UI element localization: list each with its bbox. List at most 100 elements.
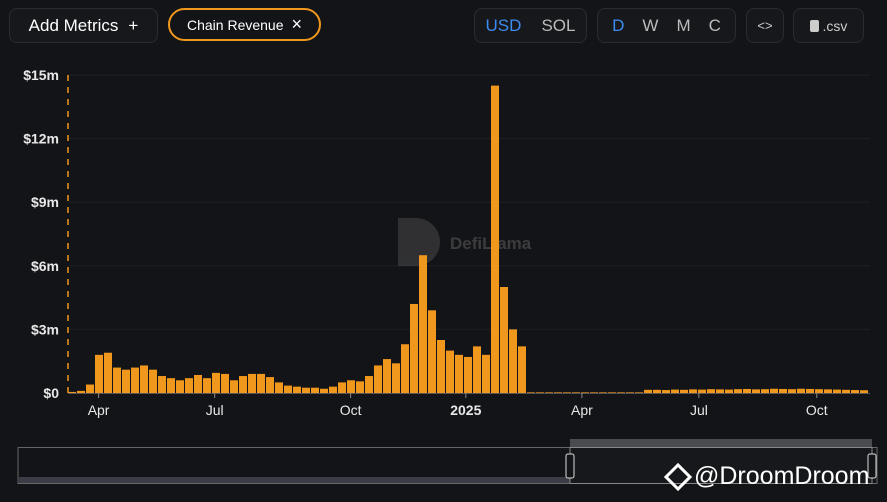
revenue-bar — [446, 350, 454, 393]
revenue-bar — [131, 367, 139, 393]
revenue-bar — [662, 390, 670, 393]
revenue-bar — [293, 386, 301, 393]
revenue-bar — [482, 354, 490, 393]
revenue-bar — [329, 386, 337, 393]
revenue-bar — [374, 365, 382, 393]
droomdroom-watermark: @DroomDroom — [663, 462, 870, 491]
brush-left-handle[interactable] — [565, 453, 575, 479]
revenue-bar — [311, 387, 319, 393]
revenue-bar — [185, 378, 193, 393]
revenue-bar — [392, 363, 400, 393]
y-tick-label: $6m — [31, 258, 59, 274]
revenue-bar — [230, 380, 238, 393]
revenue-bar — [140, 365, 148, 393]
revenue-bar — [338, 382, 346, 393]
revenue-chart: $0 $3m $6m $9m $12m $15m DefiLlama Apr Jul Oct 2… — [17, 67, 878, 484]
y-tick-label: $3m — [31, 321, 59, 337]
revenue-bar — [518, 346, 526, 393]
revenue-bar — [590, 392, 598, 393]
y-tick-label: $12m — [23, 131, 59, 147]
revenue-bar — [68, 391, 76, 393]
revenue-bar — [509, 329, 517, 393]
revenue-bar — [536, 392, 544, 393]
revenue-bar — [608, 392, 616, 393]
revenue-bar — [419, 255, 427, 393]
defillama-watermark: DefiLlama — [398, 218, 532, 266]
revenue-bar — [320, 388, 328, 393]
revenue-bar — [401, 344, 409, 393]
revenue-bar — [698, 389, 706, 393]
revenue-bar — [239, 376, 247, 393]
revenue-bar — [266, 377, 274, 393]
brush-drag-bar[interactable] — [570, 439, 872, 447]
revenue-bar — [599, 392, 607, 393]
revenue-bar — [302, 387, 310, 393]
revenue-bar — [347, 380, 355, 393]
revenue-bar — [104, 352, 112, 393]
revenue-bar — [716, 389, 724, 393]
revenue-bar — [149, 369, 157, 393]
revenue-bar — [176, 380, 184, 393]
revenue-bar — [788, 389, 796, 393]
x-tick-label: Apr — [88, 402, 110, 418]
revenue-bar — [689, 389, 697, 393]
revenue-bar — [365, 376, 373, 393]
revenue-bar — [158, 376, 166, 393]
revenue-bar — [203, 378, 211, 393]
y-tick-label: $9m — [31, 194, 59, 210]
revenue-bar — [194, 374, 202, 393]
revenue-bar — [770, 388, 778, 393]
revenue-bar — [248, 373, 256, 393]
binance-logo-icon — [663, 462, 693, 491]
revenue-bar — [563, 392, 571, 393]
y-tick-label: $0 — [43, 385, 59, 401]
revenue-bar — [464, 356, 472, 393]
revenue-bar — [680, 389, 688, 393]
revenue-bar — [545, 392, 553, 393]
droomdroom-text: @DroomDroom — [694, 462, 870, 490]
x-tick-label: Oct — [806, 402, 828, 418]
revenue-bar — [581, 392, 589, 393]
x-tick-label: Oct — [340, 402, 362, 418]
revenue-bar — [797, 388, 805, 393]
revenue-bar — [806, 388, 814, 393]
revenue-bar — [122, 369, 130, 393]
revenue-bar — [752, 389, 760, 393]
revenue-bar — [833, 389, 841, 393]
revenue-bar — [626, 392, 634, 393]
revenue-bar — [707, 389, 715, 393]
revenue-bar — [851, 390, 859, 393]
revenue-bar — [815, 389, 823, 393]
revenue-bar — [167, 378, 175, 393]
brush-minimap — [18, 477, 570, 483]
revenue-bar — [761, 389, 769, 393]
revenue-bar — [437, 340, 445, 393]
defillama-watermark-text: DefiLlama — [450, 234, 532, 253]
revenue-bar — [212, 372, 220, 393]
revenue-bar — [743, 388, 751, 393]
revenue-bar — [113, 367, 121, 393]
revenue-bar — [95, 354, 103, 393]
revenue-bar — [257, 373, 265, 393]
revenue-bar — [527, 392, 535, 393]
x-tick-label: Jul — [690, 402, 708, 418]
x-tick-label: Apr — [571, 402, 593, 418]
revenue-bar — [221, 373, 229, 393]
revenue-bar — [77, 390, 85, 393]
revenue-bar — [500, 287, 508, 393]
revenue-bar — [635, 392, 643, 393]
revenue-bar — [491, 85, 499, 393]
x-tick-label: 2025 — [450, 402, 481, 418]
revenue-bar — [383, 359, 391, 393]
revenue-bar — [455, 354, 463, 393]
revenue-bar — [284, 385, 292, 393]
revenue-bar — [725, 389, 733, 393]
revenue-bar — [860, 390, 868, 393]
revenue-bar — [356, 381, 364, 393]
x-tick-label: Jul — [206, 402, 224, 418]
revenue-bar — [653, 389, 661, 393]
revenue-bar — [842, 389, 850, 393]
revenue-bar — [617, 392, 625, 393]
revenue-bar — [824, 389, 832, 393]
revenue-bar — [410, 303, 418, 393]
